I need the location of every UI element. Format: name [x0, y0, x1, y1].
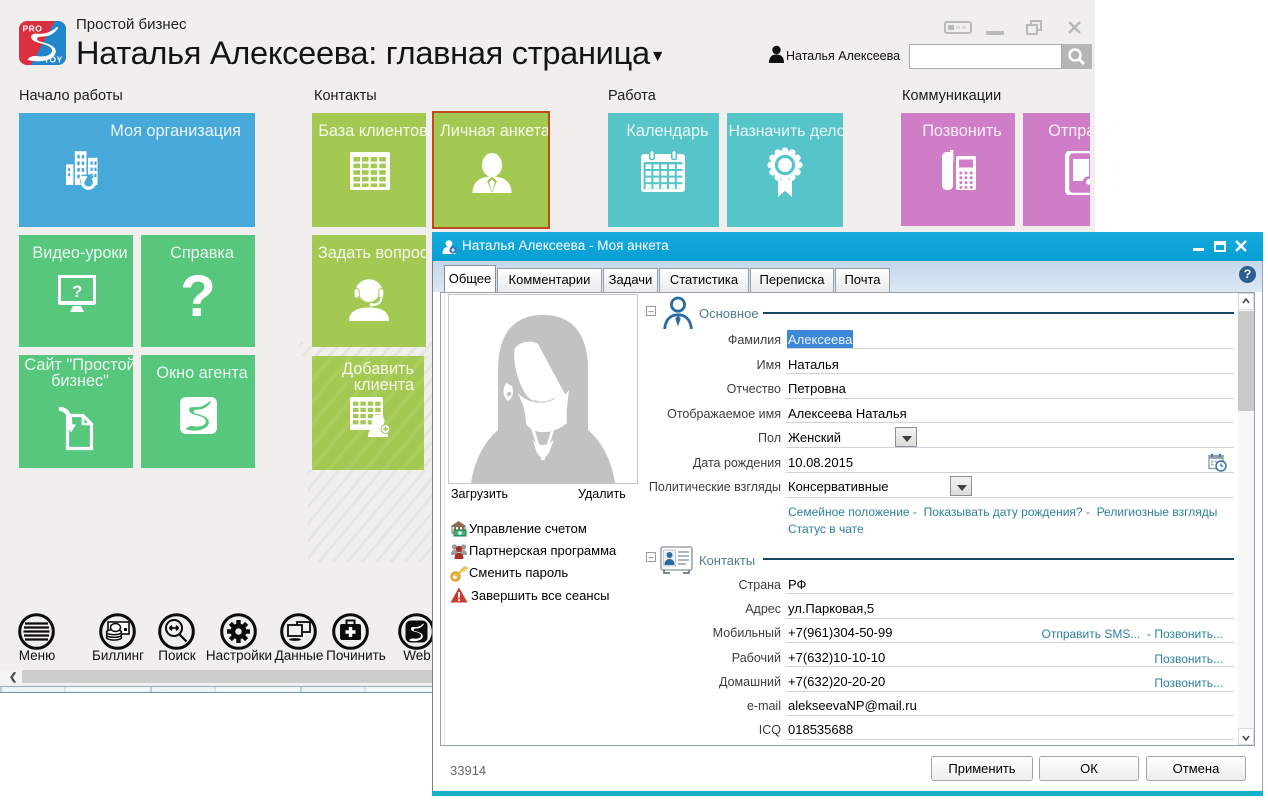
svg-text:PRO: PRO	[23, 24, 43, 34]
svg-text:TOY: TOY	[44, 55, 63, 65]
svg-text:?: ?	[72, 282, 82, 301]
